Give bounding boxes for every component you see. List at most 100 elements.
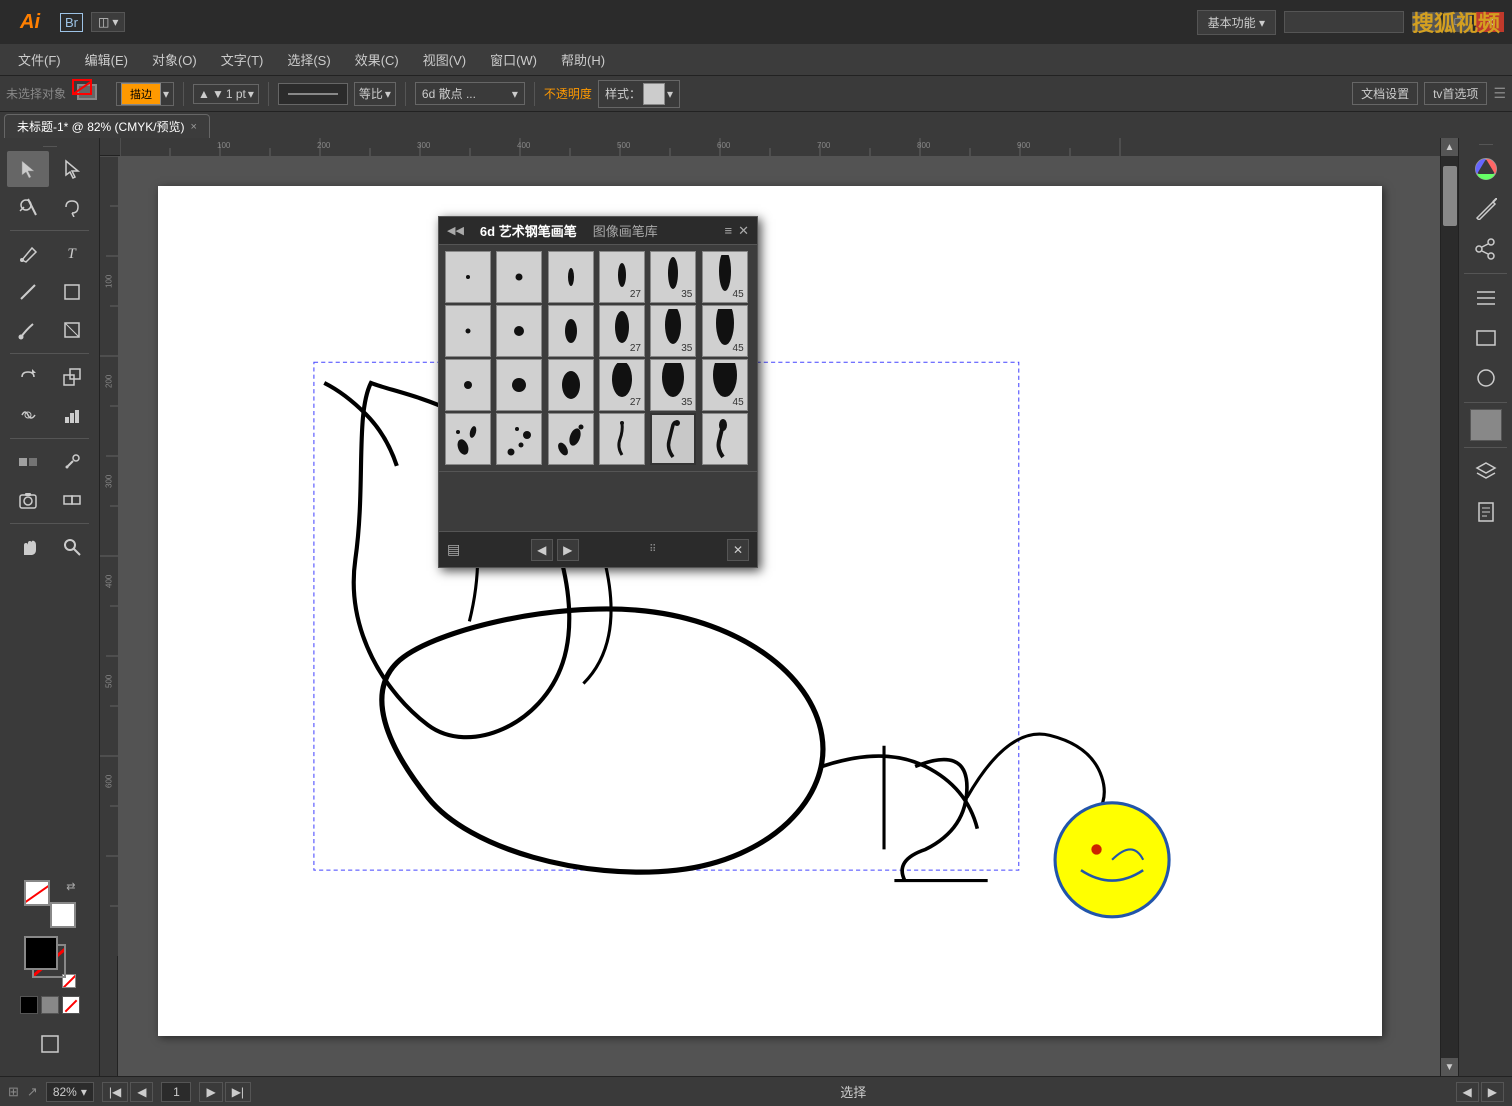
stroke-fill-indicator[interactable] bbox=[72, 79, 110, 109]
none-indicator-swatch[interactable] bbox=[62, 996, 80, 1014]
chart-tool[interactable] bbox=[51, 397, 93, 433]
nav-prev-btn[interactable]: ◀ bbox=[130, 1082, 153, 1102]
warp-tool[interactable] bbox=[7, 397, 49, 433]
layers-right-tool[interactable] bbox=[1468, 454, 1504, 490]
pages-right-tool[interactable] bbox=[1468, 494, 1504, 530]
equal-dropdown[interactable]: 等比 ▾ bbox=[354, 82, 396, 106]
black-swatch[interactable] bbox=[20, 996, 38, 1014]
menu-text[interactable]: 文字(T) bbox=[211, 46, 274, 73]
brush-cell-r2c5[interactable]: 45 bbox=[702, 359, 748, 411]
scroll-track[interactable] bbox=[1441, 156, 1458, 1058]
swap-colors-icon[interactable]: ⇄ bbox=[66, 880, 75, 893]
magic-wand-tool[interactable] bbox=[7, 189, 49, 225]
brush-cell-r0c0[interactable] bbox=[445, 251, 491, 303]
grey-swatch[interactable] bbox=[41, 996, 59, 1014]
menu-select[interactable]: 选择(S) bbox=[277, 46, 340, 73]
share-status-icon[interactable]: ↗ bbox=[27, 1084, 38, 1100]
text-tool[interactable]: T bbox=[51, 236, 93, 272]
brush-cell-r2c4[interactable]: 35 bbox=[650, 359, 696, 411]
brush-cell-r1c3[interactable]: 27 bbox=[599, 305, 645, 357]
artboard-tool[interactable] bbox=[29, 1026, 71, 1062]
foreground-color-swatch[interactable] bbox=[24, 936, 58, 970]
select-tool[interactable] bbox=[7, 151, 49, 187]
h-scroll-left-btn[interactable]: ◀ bbox=[1456, 1082, 1479, 1102]
tab-close-button[interactable]: × bbox=[191, 121, 197, 133]
nav-last-btn[interactable]: ▶| bbox=[225, 1082, 251, 1102]
rect-right-tool[interactable] bbox=[1468, 320, 1504, 356]
nav-next-btn[interactable]: ▶ bbox=[199, 1082, 222, 1102]
brush-cell-r3c2[interactable] bbox=[548, 413, 594, 465]
brush-cell-r1c2[interactable] bbox=[548, 305, 594, 357]
panel-title-library[interactable]: 图像画笔库 bbox=[593, 221, 658, 240]
brush-cell-r3c0[interactable] bbox=[445, 413, 491, 465]
menu-view[interactable]: 视图(V) bbox=[413, 46, 476, 73]
workspace-button[interactable]: 基本功能 ▾ bbox=[1197, 10, 1276, 35]
stroke-width-control[interactable]: ▲ ▼ 1 pt ▾ bbox=[193, 84, 259, 104]
brush-cell-r0c5[interactable]: 45 bbox=[702, 251, 748, 303]
panel-collapse-btn[interactable]: ◀◀ bbox=[447, 224, 464, 237]
brush-cell-r2c1[interactable] bbox=[496, 359, 542, 411]
brush-cell-r3c3[interactable] bbox=[599, 413, 645, 465]
menu-effect[interactable]: 效果(C) bbox=[345, 46, 409, 73]
pencil-tool[interactable] bbox=[51, 312, 93, 348]
pen-right-tool[interactable] bbox=[1468, 191, 1504, 227]
menu-file[interactable]: 文件(F) bbox=[8, 46, 71, 73]
panel-menu-btn[interactable]: ≡ bbox=[725, 223, 733, 238]
library-icon[interactable]: ▤ bbox=[447, 541, 460, 558]
nav-first-btn[interactable]: |◀ bbox=[102, 1082, 128, 1102]
brush-cell-r1c0[interactable] bbox=[445, 305, 491, 357]
hand-tool[interactable] bbox=[7, 529, 49, 565]
line-tool[interactable] bbox=[7, 274, 49, 310]
direct-select-tool[interactable] bbox=[51, 151, 93, 187]
menu-help[interactable]: 帮助(H) bbox=[551, 46, 615, 73]
lasso-tool[interactable] bbox=[51, 189, 93, 225]
brush-cell-r0c1[interactable] bbox=[496, 251, 542, 303]
opacity-label[interactable]: 不透明度 bbox=[544, 85, 592, 102]
camera-tool[interactable] bbox=[7, 482, 49, 518]
rotate-tool[interactable] bbox=[7, 359, 49, 395]
lines-right-tool[interactable] bbox=[1468, 280, 1504, 316]
first-item-button[interactable]: tv首选项 bbox=[1424, 82, 1487, 105]
brush-name-dropdown[interactable]: 6d 散点 ... ▾ bbox=[415, 82, 525, 105]
brush-cell-r2c3[interactable]: 27 bbox=[599, 359, 645, 411]
blend-tool[interactable] bbox=[7, 444, 49, 480]
brush-cell-r0c3[interactable]: 27 bbox=[599, 251, 645, 303]
panel-play-btn[interactable]: ▶ bbox=[557, 539, 579, 561]
panel-close-btn[interactable]: ✕ bbox=[738, 223, 749, 239]
bridge-logo[interactable]: Br bbox=[60, 13, 83, 32]
panel-delete-btn[interactable]: ✕ bbox=[727, 539, 749, 561]
slice-tool[interactable] bbox=[51, 482, 93, 518]
stroke-up-arrow[interactable]: ▲ bbox=[198, 87, 210, 101]
rect-tool[interactable] bbox=[51, 274, 93, 310]
brush-cell-r0c4[interactable]: 35 bbox=[650, 251, 696, 303]
menu-window[interactable]: 窗口(W) bbox=[480, 46, 547, 73]
circle-right-tool[interactable] bbox=[1468, 360, 1504, 396]
artboard[interactable] bbox=[158, 186, 1382, 1036]
doc-settings-button[interactable]: 文档设置 bbox=[1352, 82, 1418, 105]
view-switch-button[interactable]: ◫ ▾ bbox=[91, 12, 125, 32]
dash-line-selector[interactable] bbox=[278, 83, 348, 105]
h-scroll-right-btn[interactable]: ▶ bbox=[1481, 1082, 1504, 1102]
brush-cell-r2c0[interactable] bbox=[445, 359, 491, 411]
brush-cell-r3c4[interactable] bbox=[650, 413, 696, 465]
options-menu-icon[interactable]: ☰ bbox=[1493, 85, 1506, 102]
style-dropdown[interactable]: 样式： ▾ bbox=[598, 80, 680, 108]
panel-title-art-pen[interactable]: 6d 艺术钢笔画笔 bbox=[480, 221, 577, 240]
menu-object[interactable]: 对象(O) bbox=[142, 46, 207, 73]
menu-edit[interactable]: 编辑(E) bbox=[75, 46, 138, 73]
search-input[interactable] bbox=[1284, 11, 1404, 33]
scroll-up-arrow[interactable]: ▲ bbox=[1441, 138, 1459, 156]
paintbrush-tool[interactable] bbox=[7, 312, 49, 348]
zoom-control[interactable]: 82% ▾ bbox=[46, 1082, 94, 1102]
brush-cell-r1c1[interactable] bbox=[496, 305, 542, 357]
scroll-down-arrow[interactable]: ▼ bbox=[1441, 1058, 1459, 1076]
page-input[interactable] bbox=[161, 1082, 191, 1102]
brush-cell-r3c5[interactable] bbox=[702, 413, 748, 465]
panel-handle[interactable]: ⠿ bbox=[649, 544, 656, 555]
scroll-thumb[interactable] bbox=[1443, 166, 1457, 226]
brush-cell-r3c1[interactable] bbox=[496, 413, 542, 465]
stroke-dropdown[interactable]: 描边 ▾ bbox=[116, 82, 174, 106]
brush-cell-r1c4[interactable]: 35 bbox=[650, 305, 696, 357]
pen-tool[interactable] bbox=[7, 236, 49, 272]
zoom-tool[interactable] bbox=[51, 529, 93, 565]
